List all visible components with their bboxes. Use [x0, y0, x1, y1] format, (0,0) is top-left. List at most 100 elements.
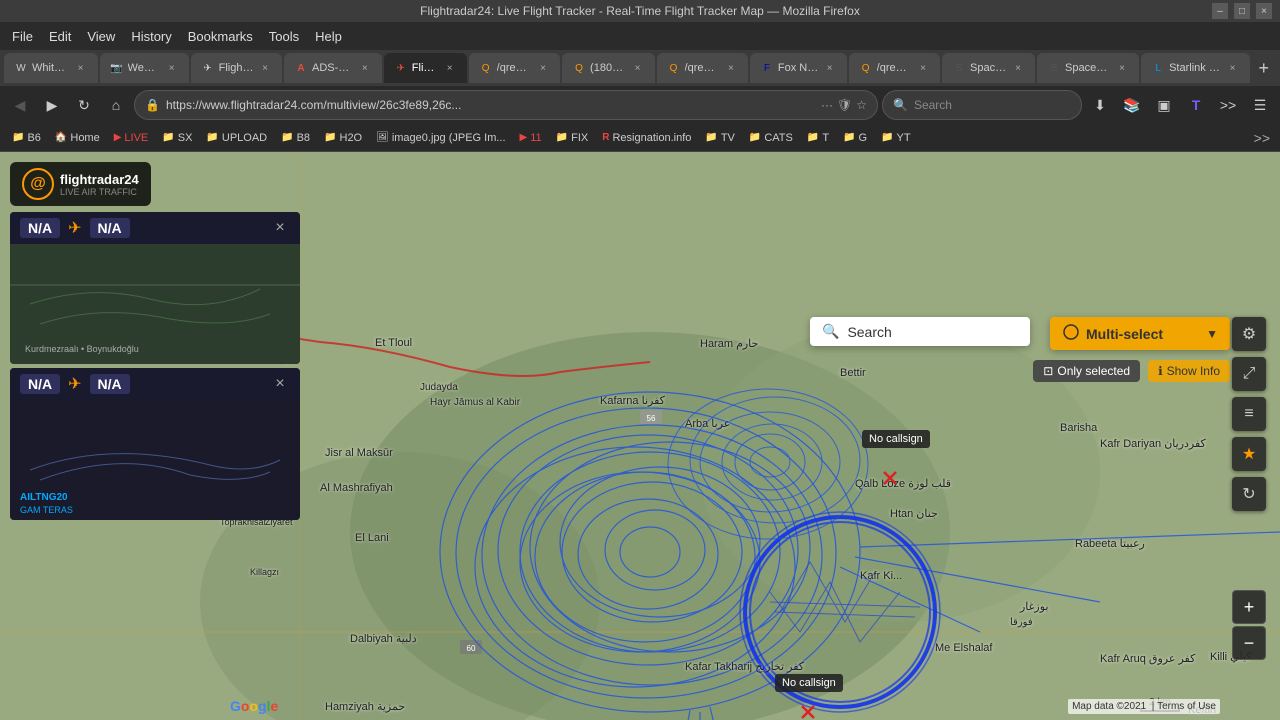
- menu-history[interactable]: History: [125, 27, 177, 46]
- tab-qresea-3[interactable]: Q /qresea... ×: [849, 53, 940, 83]
- panel-2-map-text: AILTNG20 GAM TERAS: [15, 490, 78, 515]
- bookmark-item-upload[interactable]: 📁 UPLOAD: [200, 130, 273, 146]
- url-bar[interactable]: 🔒 https://www.flightradar24.com/multivie…: [134, 90, 878, 120]
- tab-white-h[interactable]: W White H... ×: [4, 53, 98, 83]
- bookmark-label-b8: B8: [297, 132, 310, 144]
- tab-spacex-2[interactable]: S SpaceX S... ×: [1037, 53, 1139, 83]
- tab-webcam[interactable]: 📷 Webcam ×: [100, 53, 189, 83]
- bookmark-upload-icon: 📁: [206, 132, 218, 143]
- panel-2-close[interactable]: ×: [270, 374, 290, 394]
- nav-search-bar[interactable]: 🔍 Search: [882, 90, 1082, 120]
- svg-text:56: 56: [647, 414, 656, 423]
- library-btn[interactable]: 📚: [1118, 91, 1146, 119]
- tab-starlink[interactable]: L Starlink Ser... ×: [1141, 53, 1249, 83]
- multi-select-panel[interactable]: Multi-select ▼: [1050, 317, 1230, 350]
- minimize-btn[interactable]: –: [1212, 3, 1228, 19]
- tab-favicon-6: Q: [479, 61, 493, 75]
- menu-edit[interactable]: Edit: [43, 27, 77, 46]
- bookmark-item-home[interactable]: 🏠 Home: [49, 130, 106, 146]
- bookmark-item-b6[interactable]: 📁 B6: [6, 130, 47, 146]
- tab-close-7[interactable]: ×: [631, 61, 645, 75]
- menu-view[interactable]: View: [81, 27, 121, 46]
- tab-close-8[interactable]: ×: [724, 61, 738, 75]
- close-btn[interactable]: ×: [1256, 3, 1272, 19]
- extensions-btn[interactable]: >>: [1214, 91, 1242, 119]
- tab-close-12[interactable]: ×: [1115, 61, 1129, 75]
- map-background[interactable]: 56 60 60 56: [0, 152, 1280, 720]
- download-btn[interactable]: ⬇: [1086, 91, 1114, 119]
- hamburger-menu-btn[interactable]: ☰: [1246, 91, 1274, 119]
- home-button[interactable]: ⌂: [102, 91, 130, 119]
- maximize-btn[interactable]: □: [1234, 3, 1250, 19]
- bookmarks-bar: 📁 B6 🏠 Home ▶ LIVE 📁 SX 📁 UPLOAD 📁 B8 📁 …: [0, 124, 1280, 152]
- tab-flightradar-1[interactable]: ✈ Flightra... ×: [191, 53, 282, 83]
- fr24-logo[interactable]: @ flightradar24 LIVE AIR TRAFFIC: [10, 162, 151, 206]
- reload-button[interactable]: ↻: [70, 91, 98, 119]
- bookmark-item-tv[interactable]: 📁 TV: [699, 130, 741, 146]
- tab-spacex-1[interactable]: S SpaceX... ×: [942, 53, 1035, 83]
- bookmark-label-upload: UPLOAD: [222, 132, 267, 144]
- map-favorite-btn[interactable]: ★: [1232, 437, 1266, 471]
- bookmark-item-yt[interactable]: 📁 YT: [875, 130, 917, 146]
- place-me-elshalaf: Me Elshalaf: [935, 642, 992, 654]
- bookmark-label-tv: TV: [721, 132, 735, 144]
- sidebar-btn[interactable]: ▣: [1150, 91, 1178, 119]
- tab-close-1[interactable]: ×: [74, 61, 88, 75]
- url-more-icon[interactable]: ···: [821, 98, 833, 112]
- map-layers-btn[interactable]: ≡: [1232, 397, 1266, 431]
- tab-favicon-10: Q: [859, 61, 873, 75]
- bookmark-item-h2o[interactable]: 📁 H2O: [318, 130, 368, 146]
- bookmark-item-cats[interactable]: 📁 CATS: [743, 130, 799, 146]
- tab-close-6[interactable]: ×: [536, 61, 550, 75]
- only-selected-btn[interactable]: ⊡ Only selected: [1033, 360, 1140, 382]
- map-refresh-btn[interactable]: ↻: [1232, 477, 1266, 511]
- show-info-btn[interactable]: ℹ Show Info: [1148, 360, 1230, 382]
- bookmarks-more-icon[interactable]: >>: [1250, 128, 1274, 148]
- bookmark-item-t[interactable]: 📁 T: [801, 130, 835, 146]
- bookmark-item-resignation[interactable]: R Resignation.info: [596, 130, 697, 146]
- bookmark-item-g[interactable]: 📁 G: [837, 130, 873, 146]
- bookmark-item-fix[interactable]: 📁 FIX: [550, 130, 595, 146]
- tab-close-13[interactable]: ×: [1226, 61, 1240, 75]
- menu-tools[interactable]: Tools: [263, 27, 305, 46]
- tab-adsb[interactable]: A ADS-B E... ×: [284, 53, 382, 83]
- map-search-bar[interactable]: 🔍 Search: [810, 317, 1030, 346]
- tab-close-5[interactable]: ×: [443, 61, 457, 75]
- tab-qresea-1[interactable]: Q /qresea... ×: [469, 53, 560, 83]
- tab-close-11[interactable]: ×: [1011, 61, 1025, 75]
- zoom-in-btn[interactable]: +: [1232, 590, 1266, 624]
- bookmark-item-image[interactable]: 🖼 image0.jpg (JPEG Im...: [370, 130, 511, 146]
- bookmark-item-live[interactable]: ▶ LIVE: [108, 130, 155, 146]
- flight-route-1: N/A ✈ N/A: [20, 218, 130, 238]
- aircraft-2: [800, 704, 816, 720]
- tab-flight-active[interactable]: ✈ Flight... ×: [384, 53, 467, 83]
- tab-qresea-2[interactable]: Q /qresea... ×: [657, 53, 748, 83]
- menu-help[interactable]: Help: [309, 27, 348, 46]
- map-fullscreen-btn[interactable]: ⤢: [1232, 357, 1266, 391]
- new-tab-button[interactable]: +: [1252, 54, 1276, 82]
- tab-close-10[interactable]: ×: [916, 61, 930, 75]
- tab-close-9[interactable]: ×: [823, 61, 837, 75]
- map-settings-btn[interactable]: ⚙: [1232, 317, 1266, 351]
- tab-close-3[interactable]: ×: [258, 61, 272, 75]
- menu-file[interactable]: File: [6, 27, 39, 46]
- tab-180[interactable]: Q (180) /q... ×: [562, 53, 654, 83]
- firefox-sync-btn[interactable]: T: [1182, 91, 1210, 119]
- bookmark-label-live: LIVE: [124, 132, 148, 144]
- bookmark-cats-icon: 📁: [749, 132, 761, 143]
- tab-foxnews[interactable]: F Fox New... ×: [750, 53, 847, 83]
- url-bar-icons: ··· 🛡 ☆: [821, 98, 867, 112]
- back-button[interactable]: ◀: [6, 91, 34, 119]
- bookmark-item-11[interactable]: ▶ 11: [514, 130, 548, 146]
- panel-1-close[interactable]: ×: [270, 218, 290, 238]
- menu-bookmarks[interactable]: Bookmarks: [182, 27, 259, 46]
- bookmark-star-icon[interactable]: ☆: [856, 98, 867, 112]
- place-haram: Haram حارم: [700, 337, 758, 350]
- zoom-out-btn[interactable]: −: [1232, 626, 1266, 660]
- bookmark-item-sx[interactable]: 📁 SX: [156, 130, 198, 146]
- bookmark-item-b8[interactable]: 📁 B8: [275, 130, 316, 146]
- tab-close-2[interactable]: ×: [165, 61, 179, 75]
- tab-close-4[interactable]: ×: [358, 61, 372, 75]
- callsign-text-bottom: No callsign: [782, 677, 836, 689]
- forward-button[interactable]: ▶: [38, 91, 66, 119]
